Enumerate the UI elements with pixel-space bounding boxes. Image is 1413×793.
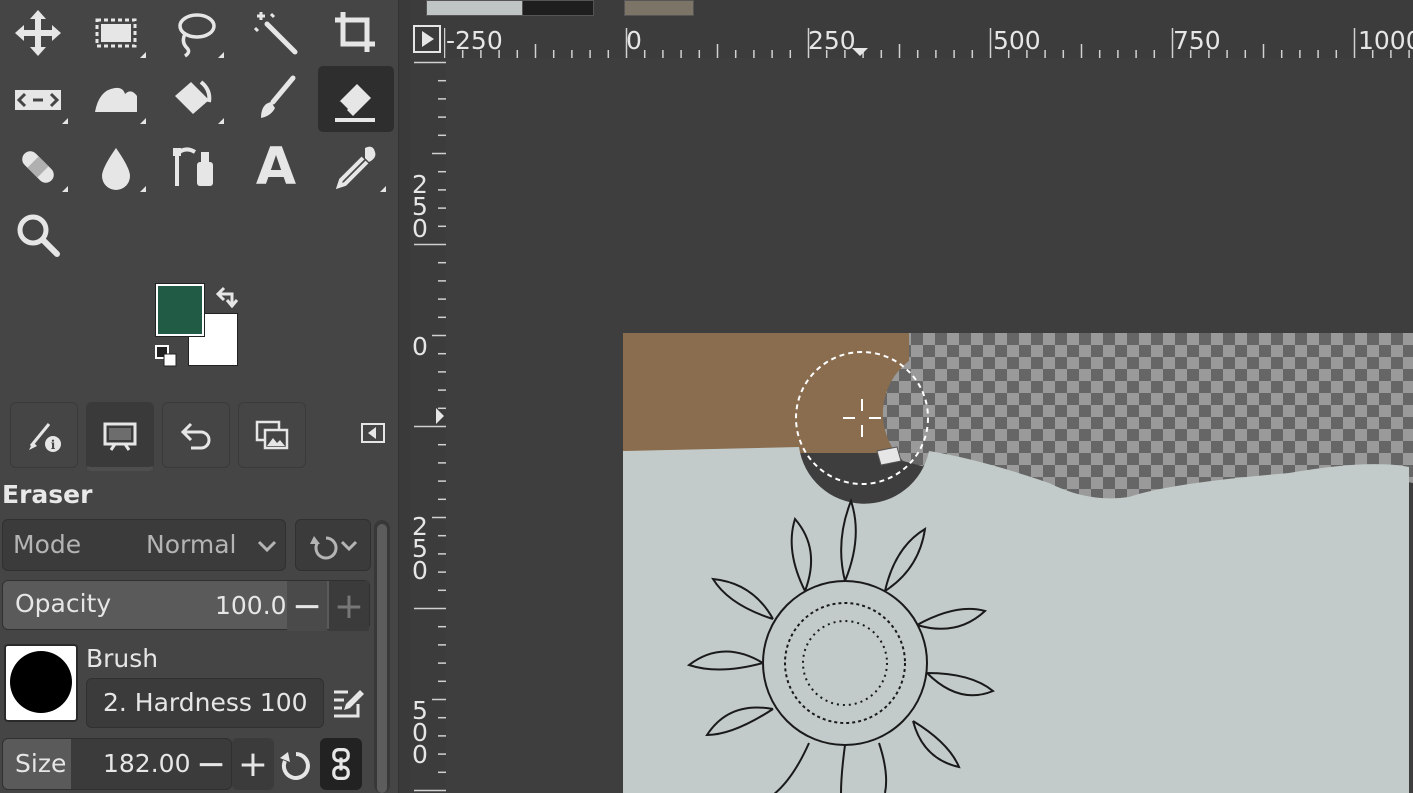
paintbrush-tool-button[interactable] [238,66,314,132]
zoom-tool-button[interactable] [0,202,76,268]
ruler-label: 500 [412,696,428,769]
tab-undo-history[interactable] [162,402,230,468]
ruler-label: -250 [446,26,503,55]
rect-select-tool-button[interactable] [78,0,154,66]
dock-menu-button[interactable] [358,420,388,446]
options-scrollbar[interactable] [374,520,390,793]
undo-icon [180,422,211,450]
drop-icon [102,148,130,190]
opacity-label: Opacity [15,589,112,618]
swap-colors-icon[interactable] [214,284,242,308]
toolbox-panel: A i Eraser Mode Normal Opacity 100.0 − +… [0,0,398,793]
horizontal-ruler[interactable] [444,22,1413,58]
image-tab-thumbnail[interactable] [624,0,694,16]
opacity-slider[interactable]: Opacity 100.0 − + [2,580,370,631]
opacity-decrease-button[interactable]: − [287,581,327,631]
canvas-area[interactable] [446,58,1413,793]
panel-menu-icon [361,423,385,443]
fuzzy-select-tool-button[interactable] [238,0,314,66]
smudge-tool-button[interactable] [78,134,154,200]
opacity-value: 100.0 [215,591,287,620]
warp-transform-tool-button[interactable] [78,66,154,132]
paths-icon [173,147,213,186]
text-icon: A [255,137,297,197]
ruler-label: 0 [412,332,428,361]
move-icon [15,10,61,56]
chevron-down-icon [257,540,277,553]
opacity-increase-button[interactable]: + [329,581,369,631]
rect-select-icon [95,18,137,48]
bucket-icon [175,80,212,114]
device-status-icon [103,422,137,451]
images-icon [255,420,289,450]
eraser-tool-button[interactable] [318,66,394,132]
magic-wand-icon [253,12,298,55]
unified-transform-tool-button[interactable] [0,66,76,132]
size-value: 182.00 [103,749,191,778]
color-picker-tool-button[interactable] [318,134,394,200]
edit-brush-icon[interactable] [330,686,364,720]
image-canvas[interactable] [623,333,1413,793]
ruler-label: 750 [1173,26,1221,55]
foreground-color-swatch[interactable] [155,283,205,337]
vertical-ruler[interactable] [410,58,446,793]
quick-mask-toggle-icon[interactable] [412,24,442,54]
ruler-label: 250 [412,512,428,585]
eyedropper-icon [335,146,376,190]
ruler-label: 250 [412,170,428,243]
brush-label: Brush [86,644,159,673]
move-tool-button[interactable] [0,0,76,66]
mode-select[interactable]: Mode Normal [2,519,286,571]
ruler-label: 0 [626,26,642,55]
bandage-icon [22,151,54,183]
ruler-label: 1000 [1358,26,1413,55]
pointer-marker [436,408,444,424]
reset-mode-icon [310,536,358,560]
paint-mode-select[interactable] [295,519,371,571]
mode-label: Mode [13,530,82,559]
reset-size-icon[interactable] [278,744,314,784]
size-slider[interactable]: Size 182.00 − [2,738,232,790]
free-select-tool-button[interactable] [156,0,232,66]
ruler-label: 500 [993,26,1041,55]
lasso-icon [178,13,216,58]
tool-options-icon: i [29,423,61,452]
svg-text:i: i [51,438,56,452]
chain-link-icon [332,748,350,780]
tab-device-status[interactable] [86,402,154,471]
warp-icon [95,87,137,112]
brush-name: 2. Hardness 100 [103,688,308,717]
default-colors-icon[interactable] [154,344,180,368]
text-tool-button[interactable]: A [238,134,314,200]
tab-images[interactable] [238,402,306,468]
size-decrease-button[interactable]: − [191,739,231,789]
heal-tool-button[interactable] [0,134,76,200]
image-tab-thumbnail[interactable] [426,0,524,16]
zoom-icon [17,214,60,257]
eraser-icon [335,84,375,122]
crop-icon [335,12,375,52]
tab-tool-options[interactable]: i [10,402,78,468]
image-tabs [410,0,1413,20]
size-label: Size [15,749,67,778]
paintbrush-icon [261,75,296,118]
bucket-fill-tool-button[interactable] [156,66,232,132]
tool-options-title: Eraser [2,480,93,509]
image-tab-thumbnail[interactable] [522,0,594,16]
ruler-label: 250 [808,26,856,55]
transform-icon [15,90,61,110]
size-increase-button[interactable]: + [232,738,274,790]
paths-tool-button[interactable] [156,134,232,200]
brush-preview[interactable] [4,644,78,722]
mode-value: Normal [146,530,237,559]
crop-tool-button[interactable] [318,0,394,66]
size-link-button[interactable] [320,738,362,790]
brush-name-field[interactable]: 2. Hardness 100 [86,678,324,728]
